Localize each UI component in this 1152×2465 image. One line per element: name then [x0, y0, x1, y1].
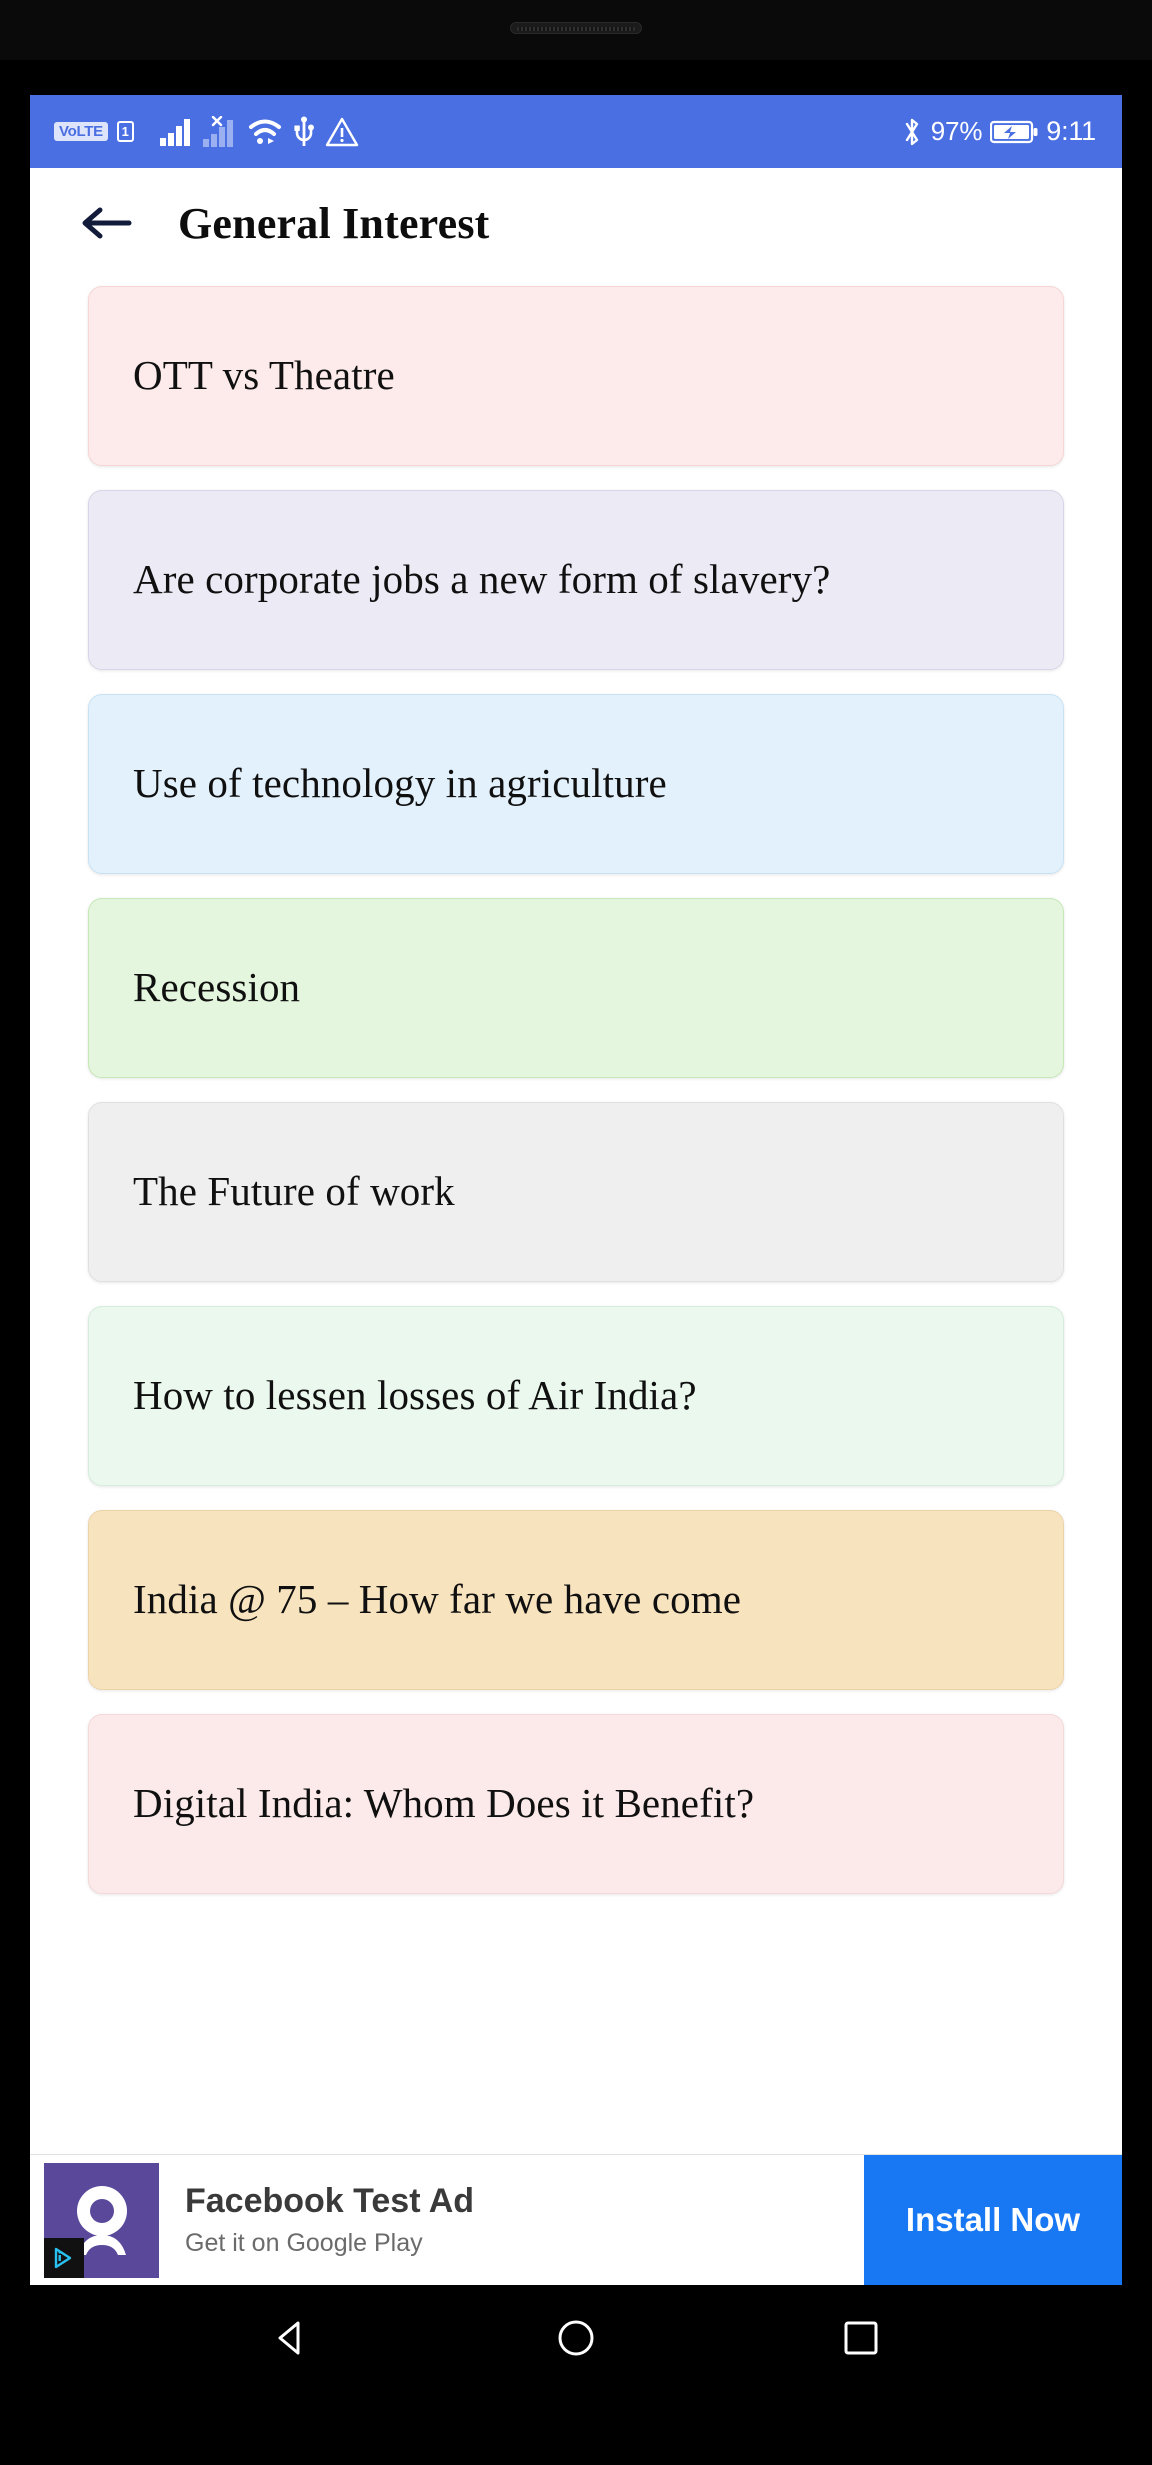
topic-label: The Future of work	[133, 1168, 455, 1215]
topic-label: OTT vs Theatre	[133, 352, 395, 399]
topic-card[interactable]: India @ 75 – How far we have come	[88, 1510, 1064, 1690]
install-now-button[interactable]: Install Now	[864, 2155, 1122, 2285]
ad-text-block: Facebook Test Ad Get it on Google Play	[159, 2155, 864, 2285]
back-arrow-icon	[82, 207, 132, 239]
nav-home-button[interactable]	[541, 2303, 611, 2373]
warning-triangle-icon	[325, 117, 359, 147]
page-title: General Interest	[178, 198, 490, 248]
status-bar-right-icons: 97% 9:11	[901, 116, 1096, 148]
topic-label: Digital India: Whom Does it Benefit?	[133, 1780, 755, 1827]
ad-app-icon	[44, 2163, 159, 2278]
battery-percent-label: 97%	[930, 116, 983, 146]
signal-no-service-icon	[202, 115, 238, 148]
usb-icon	[292, 116, 316, 148]
status-bar-left-icons: VoLTE 1	[54, 115, 359, 148]
topic-label: India @ 75 – How far we have come	[133, 1576, 742, 1623]
earpiece-speaker-grille	[510, 22, 642, 34]
app-bar: General Interest	[30, 168, 1122, 278]
back-button[interactable]	[78, 201, 134, 245]
volte-badge: VoLTE	[54, 122, 108, 141]
topic-label: How to lessen losses of Air India?	[133, 1372, 697, 1419]
wifi-icon	[247, 117, 283, 147]
adchoices-icon[interactable]	[44, 2238, 84, 2278]
topic-label: Recession	[133, 964, 301, 1011]
back-triangle-icon	[278, 2321, 300, 2354]
nav-recents-button[interactable]	[826, 2303, 896, 2373]
android-navigation-bar	[30, 2285, 1122, 2390]
ad-subtitle: Get it on Google Play	[185, 2228, 423, 2257]
sim-1-badge: 1	[116, 121, 134, 142]
topic-card[interactable]: Use of technology in agriculture	[88, 694, 1064, 874]
phone-screen: VoLTE 1 97% 9:11 General Interest OTT vs…	[30, 95, 1122, 2285]
nav-back-button[interactable]	[256, 2303, 326, 2373]
device-bezel-top	[0, 0, 1152, 60]
topic-card[interactable]: Recession	[88, 898, 1064, 1078]
ad-title: Facebook Test Ad	[185, 2182, 475, 2221]
topic-card[interactable]: The Future of work	[88, 1102, 1064, 1282]
battery-icon	[990, 119, 1038, 145]
home-circle-icon	[558, 2320, 594, 2355]
ad-banner[interactable]: Facebook Test Ad Get it on Google Play I…	[30, 2154, 1122, 2285]
signal-bars-icon	[159, 117, 193, 147]
bluetooth-icon	[901, 116, 923, 148]
topic-card[interactable]: Are corporate jobs a new form of slavery…	[88, 490, 1064, 670]
topic-list: OTT vs Theatre Are corporate jobs a new …	[30, 278, 1122, 1894]
recents-square-icon	[844, 2321, 878, 2354]
topic-card[interactable]: Digital India: Whom Does it Benefit?	[88, 1714, 1064, 1894]
status-bar-clock: 9:11	[1046, 116, 1096, 146]
device-frame: VoLTE 1 97% 9:11 General Interest OTT vs…	[0, 0, 1152, 2465]
device-bezel-bottom	[0, 2390, 1152, 2465]
topic-card[interactable]: How to lessen losses of Air India?	[88, 1306, 1064, 1486]
topic-card[interactable]: OTT vs Theatre	[88, 286, 1064, 466]
topic-label: Use of technology in agriculture	[133, 760, 667, 807]
topic-label: Are corporate jobs a new form of slavery…	[133, 556, 831, 603]
status-bar: VoLTE 1 97% 9:11	[30, 95, 1122, 168]
